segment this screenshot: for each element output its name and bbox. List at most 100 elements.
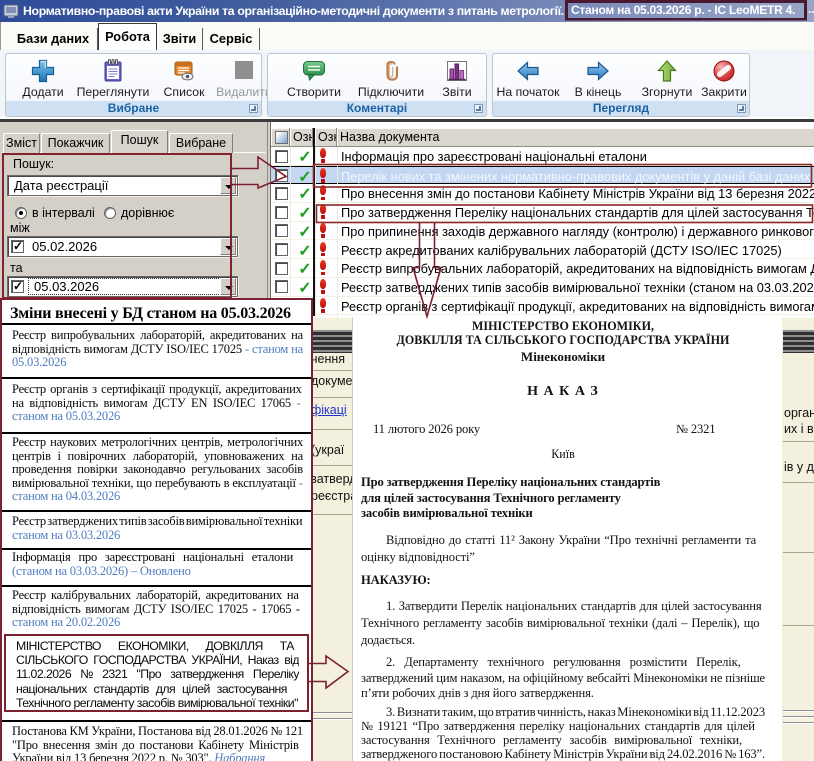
equals-radio[interactable]	[104, 207, 116, 219]
toolbar-button-додати[interactable]: Додати	[3, 58, 83, 102]
menu-tab-2[interactable]: Робота	[98, 23, 157, 50]
background-text-fragment: чення	[311, 352, 352, 366]
changes-item-7[interactable]: МІНІСТЕРСТВО ЕКОНОМІКИ, ДОВКІЛЛЯ ТАСІЛЬС…	[4, 634, 309, 712]
doc-heading-ministry2: ДОВКІЛЛЯ ТА СІЛЬСЬКОГО ГОСПОДАРСТВА УКРА…	[361, 333, 765, 348]
doc-paragraph-line: оцінку відповідності”	[361, 549, 765, 566]
sidebar-tab-2[interactable]: Покажчик	[41, 133, 110, 153]
document-row-6[interactable]: ✓Реєстр акредитованих калібрувальних лаб…	[271, 241, 814, 260]
sidebar-tab-4[interactable]: Вибране	[169, 133, 233, 153]
background-groove	[783, 716, 814, 718]
doc-paragraph-line: додається.	[361, 632, 765, 649]
row-checkbox[interactable]	[275, 243, 288, 256]
group-launcher-icon[interactable]	[737, 104, 746, 113]
doc-paragraph-line: НАКАЗУЮ:	[361, 573, 765, 588]
chevron-down-icon[interactable]	[220, 278, 236, 295]
row-checkbox[interactable]	[275, 187, 288, 200]
date-to-checkbox[interactable]: ✓	[11, 280, 24, 293]
row-checkbox[interactable]	[275, 206, 288, 219]
document-row-4[interactable]: ✓Про затвердження Переліку національних …	[271, 203, 814, 222]
check-mark-icon: ✓	[13, 239, 23, 253]
row-checkbox[interactable]	[275, 280, 288, 293]
changes-separator	[2, 585, 311, 587]
changes-item-line: України від 13 березня 2022 р. № 303". Н…	[12, 752, 303, 761]
sidebar-tab-3[interactable]: Пошук	[111, 130, 168, 153]
document-row-title: Про припинення заходів державного нагляд…	[341, 224, 814, 239]
changes-item-line: Реєстр затверджених типів засобів вимірю…	[12, 515, 303, 529]
menu-tab-4[interactable]: Сервіс	[203, 28, 260, 50]
interval-radio-label[interactable]: в інтервалі	[32, 206, 95, 220]
search-label: Пошук:	[13, 157, 54, 171]
toolbar-button-переглянути[interactable]: Переглянути	[73, 58, 153, 102]
green-check-icon: ✓	[295, 259, 315, 279]
doc-number: № 2321	[676, 422, 715, 437]
toolbar-button-звіти[interactable]: Звіти	[417, 58, 497, 102]
list-header-cell[interactable]: Назва документа	[337, 128, 814, 147]
background-text-fragment: (украї	[311, 443, 352, 457]
changes-item-4[interactable]: Реєстр затверджених типів засобів вимірю…	[2, 515, 311, 542]
select-all-checkbox[interactable]	[275, 131, 288, 144]
document-row-2[interactable]: ✓Перелік нових та змінених нормативно-пр…	[271, 166, 814, 185]
window-title: Нормативно-правові акти України та орган…	[23, 3, 564, 19]
document-row-7[interactable]: ✓Реєстр випробувальних лабораторій, акре…	[271, 259, 814, 278]
document-row-8[interactable]: ✓Реєстр затверджених типів засобів вимір…	[271, 278, 814, 297]
toolbar-button-закрити[interactable]: Закрити	[684, 58, 764, 102]
group-launcher-icon[interactable]	[249, 104, 258, 113]
row-checkbox[interactable]	[275, 150, 288, 163]
date-to-combobox[interactable]: ✓ 05.03.2026	[7, 276, 238, 297]
chevron-down-icon[interactable]	[220, 177, 236, 194]
interval-radio[interactable]	[15, 207, 27, 219]
menu-tab-1[interactable]: Бази даних	[9, 28, 98, 50]
date-from-value: 05.02.2026	[32, 239, 97, 254]
date-to-value: 05.03.2026	[34, 279, 99, 294]
changes-item-2[interactable]: Реєстр органів з сертифікації продукції,…	[2, 383, 311, 424]
row-checkbox[interactable]	[275, 224, 288, 237]
background-separator	[311, 370, 352, 371]
toolbar-button-label: В кінець	[558, 85, 638, 99]
changes-item-line: проведення повірки законодавчо регульова…	[12, 463, 303, 477]
document-row-3[interactable]: ✓Про внесення змін до постанови Кабінету…	[271, 184, 814, 203]
title-bar[interactable]: Нормативно-правові акти України та орган…	[0, 0, 814, 22]
background-groove	[311, 712, 352, 714]
document-row-title: Інформація про зареєстровані національні…	[341, 149, 814, 164]
changes-item-3[interactable]: Реєстр наукових метрологічних центрів, м…	[2, 436, 311, 504]
changes-item-line: національних стандартів для цілей застос…	[16, 682, 299, 696]
toolbar-button-на початок[interactable]: На початок	[488, 58, 568, 102]
text-segment: вимірювальної техніки, що перебувають в …	[12, 477, 299, 490]
document-list-header: ОзнОзнНазва документа	[271, 128, 814, 147]
toolbar-button-створити[interactable]: Створити	[274, 58, 354, 102]
ribbon-group: ПереглядНа початокВ кінецьЗгорнутиЗакрит…	[492, 53, 750, 117]
changes-item-8[interactable]: Постанова КМ України, Постанова від 28.0…	[2, 725, 311, 761]
date-from-checkbox[interactable]: ✓	[11, 240, 24, 253]
background-text-fragment: докуме	[311, 374, 352, 388]
row-checkbox[interactable]	[275, 262, 288, 275]
search-field-combobox[interactable]: Дата реєстрації	[7, 175, 238, 196]
equals-radio-label[interactable]: дорівнює	[121, 206, 174, 220]
changes-item-1[interactable]: Реєстр випробувальних лабораторій, акред…	[2, 329, 311, 370]
changes-item-line: Реєстр наукових метрологічних центрів, м…	[12, 436, 303, 450]
group-launcher-icon[interactable]	[474, 104, 483, 113]
exclamation-bar	[320, 204, 326, 214]
date-from-combobox[interactable]: ✓ 05.02.2026	[7, 236, 238, 257]
list-header-cell[interactable]: Озн	[315, 128, 337, 147]
background-groove	[783, 722, 814, 724]
doc-city: Київ	[361, 447, 765, 462]
changes-item-6[interactable]: Реєстр калібрувальних лабораторій, акред…	[2, 589, 311, 630]
text-segment: -	[296, 397, 300, 410]
alert-exclamation-icon	[318, 185, 328, 200]
exclamation-bar	[320, 298, 326, 308]
document-row-9[interactable]: ✓Реєстр органів з сертифікації продукції…	[271, 297, 814, 316]
chevron-down-icon[interactable]	[220, 238, 236, 255]
background-window-stripes	[310, 330, 352, 353]
toolbar-button-в кінець[interactable]: В кінець	[558, 58, 638, 102]
alert-exclamation-icon	[318, 279, 328, 294]
menu-tab-3[interactable]: Звіти	[157, 28, 203, 50]
sidebar-tab-1[interactable]: Зміст	[3, 133, 40, 153]
alert-exclamation-icon	[318, 298, 328, 313]
document-row-1[interactable]: ✓Інформація про зареєстровані національн…	[271, 147, 814, 166]
doc-paragraph-line: № 19121 “Про затвердження переліку націо…	[361, 719, 765, 733]
changes-item-5[interactable]: Інформація про зареєстровані національні…	[2, 551, 311, 578]
row-checkbox[interactable]	[275, 169, 288, 182]
exclamation-dot	[321, 159, 325, 163]
document-row-5[interactable]: ✓Про припинення заходів державного нагля…	[271, 222, 814, 241]
list-header-cell[interactable]: Озн	[290, 128, 313, 147]
